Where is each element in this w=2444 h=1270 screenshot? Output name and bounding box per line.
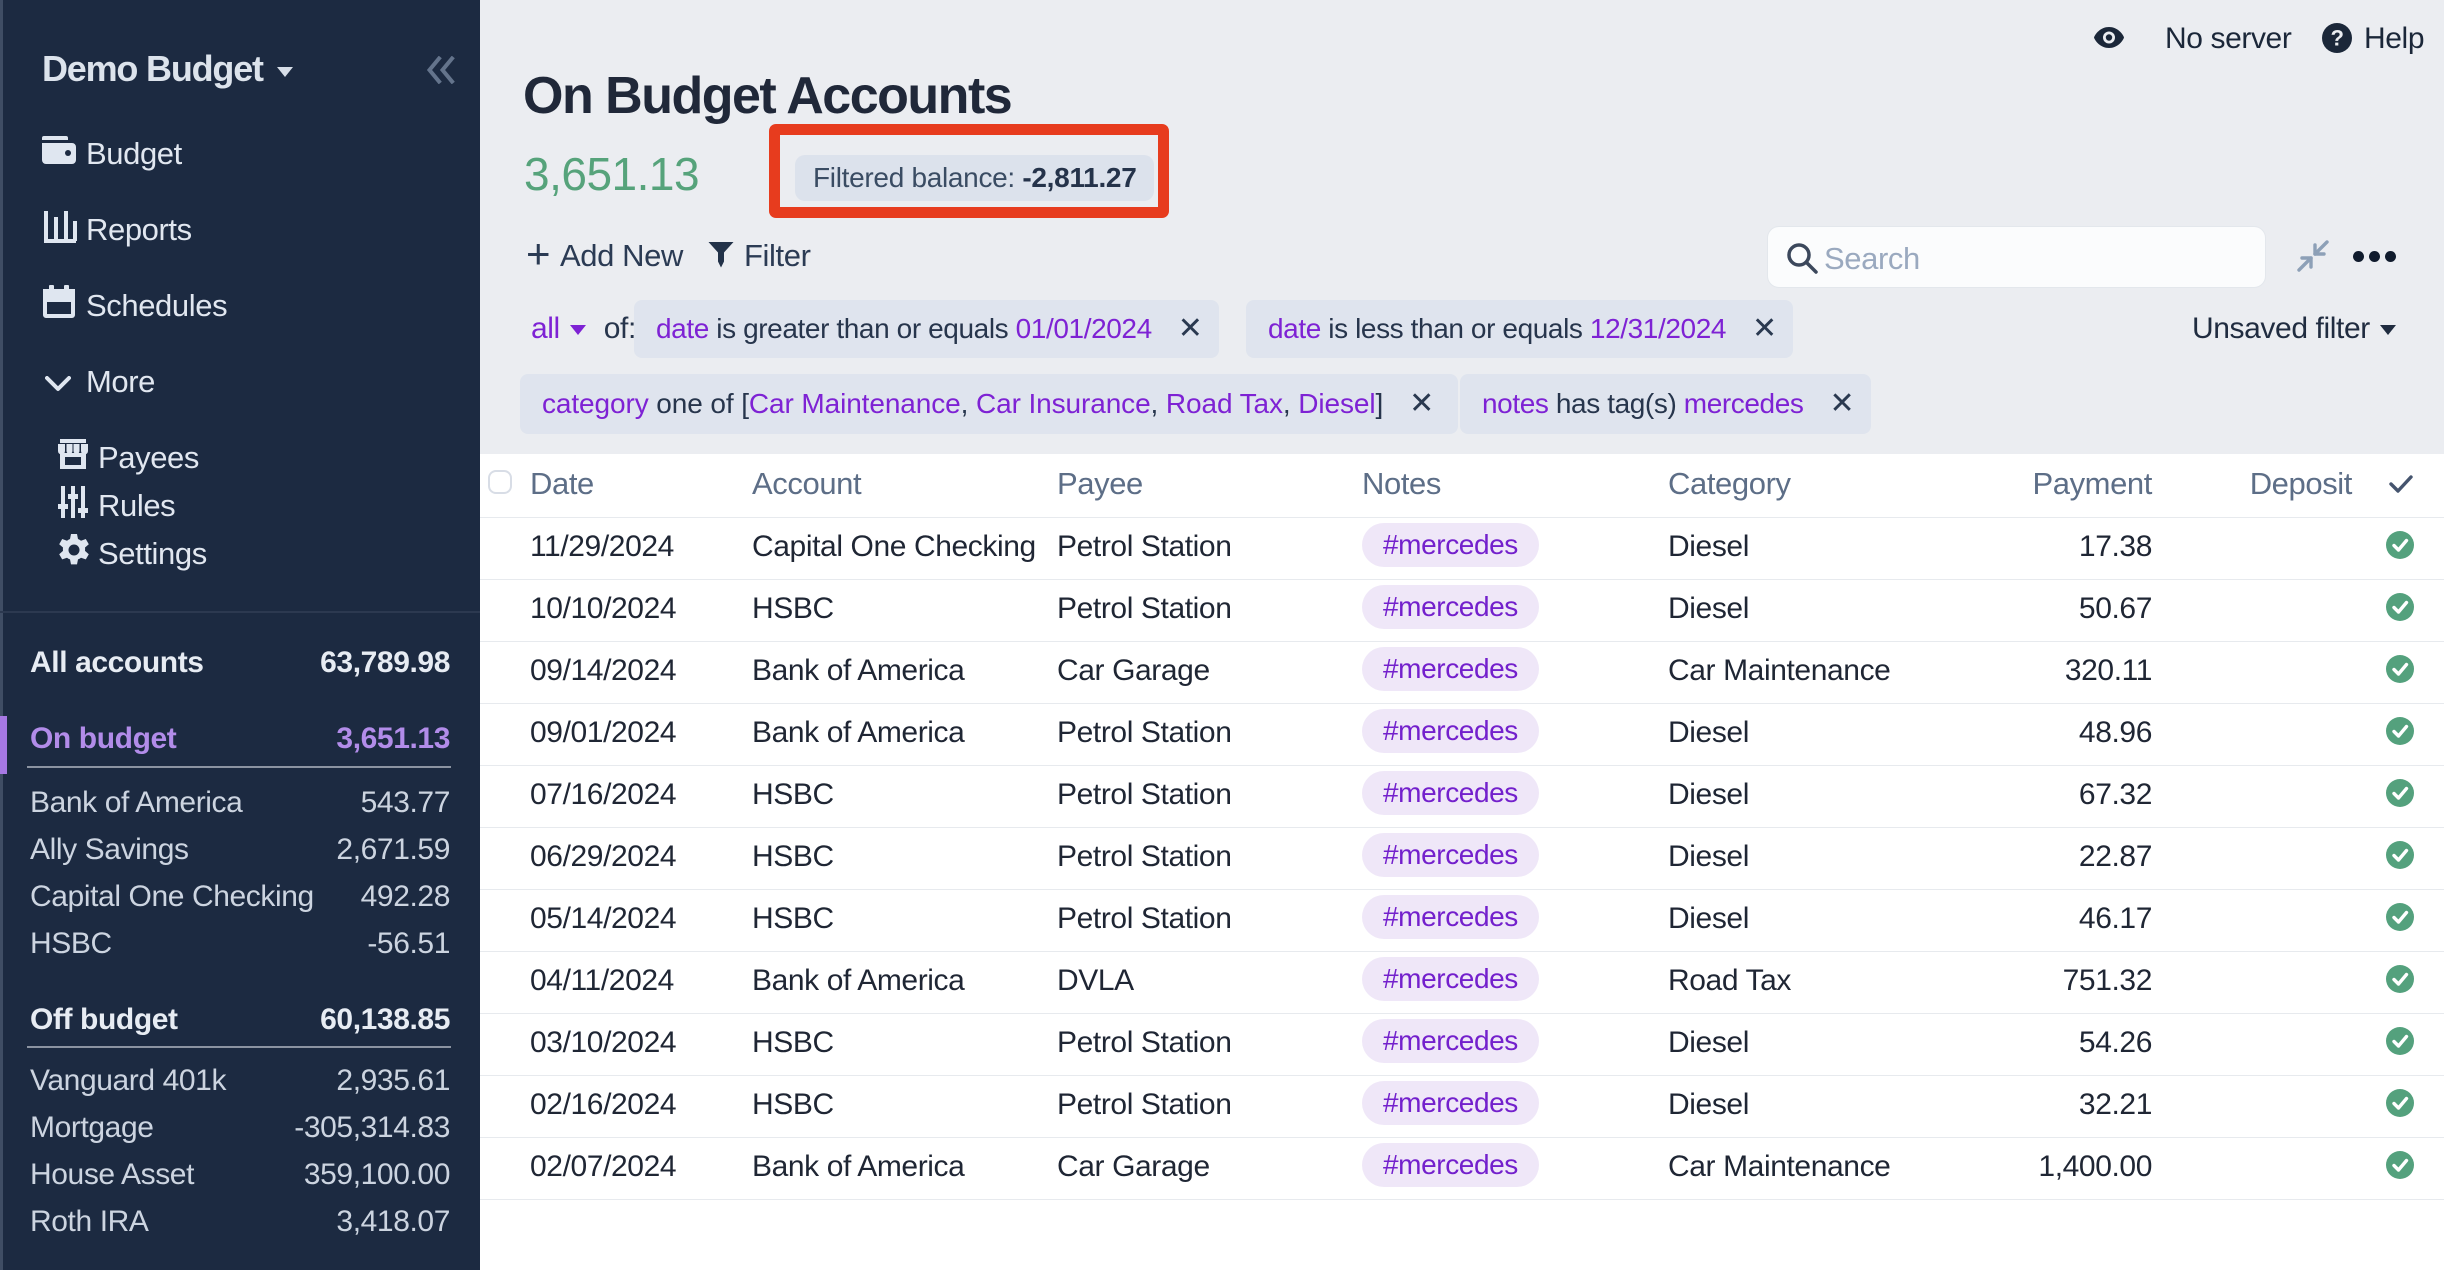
svg-text:?: ? — [2330, 26, 2343, 51]
